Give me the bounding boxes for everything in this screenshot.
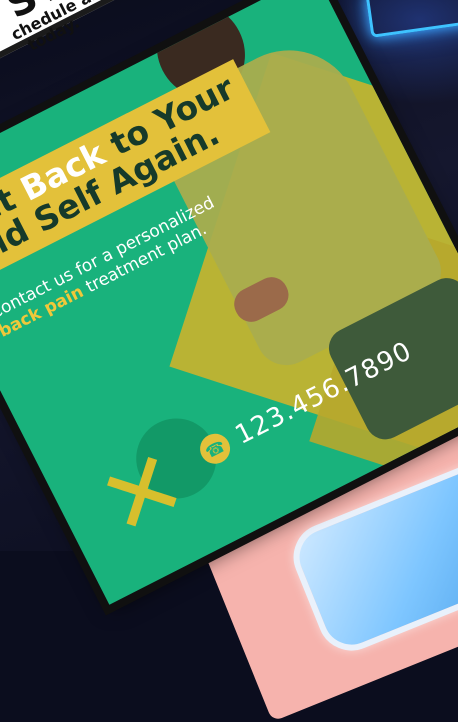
ad-card: ✕ ✕ Get Back to Your Old Self Again. Con… (0, 0, 458, 605)
ad-card-wrapper: ✕ ✕ Get Back to Your Old Self Again. Con… (0, 0, 458, 605)
